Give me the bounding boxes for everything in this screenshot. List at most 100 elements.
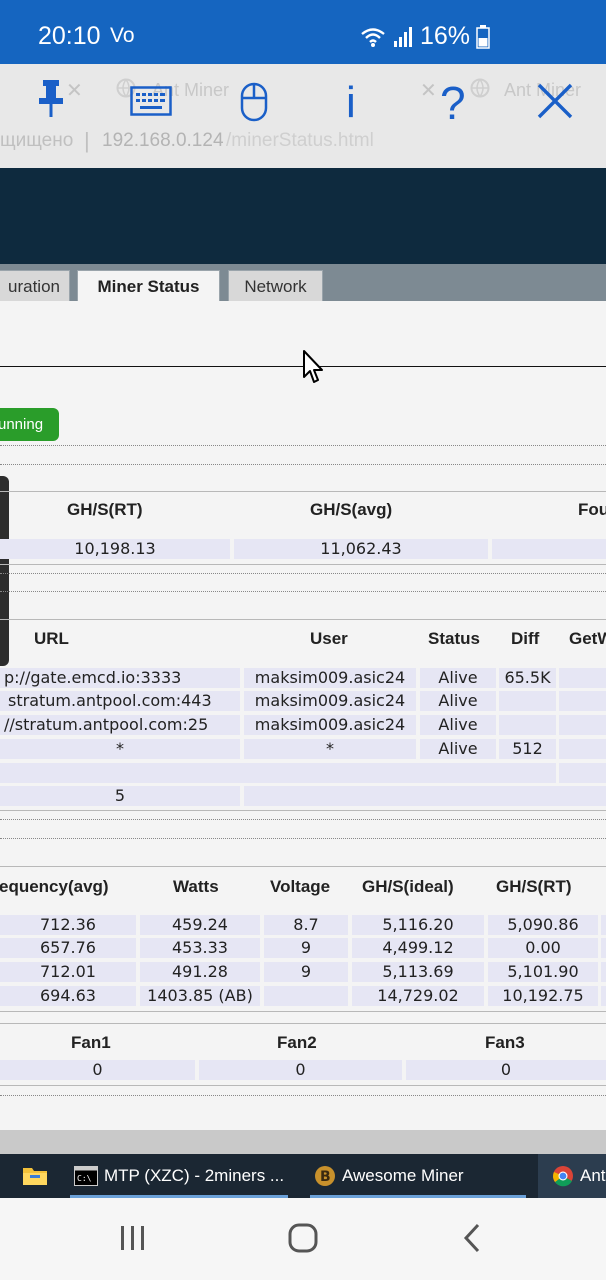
url-path: /minerStatus.html bbox=[226, 130, 374, 151]
status-icons: 16% bbox=[360, 22, 490, 51]
chain-voltage: 9 bbox=[264, 962, 348, 982]
info-icon[interactable]: i bbox=[346, 78, 356, 128]
chains-header-frequency: equency(avg) bbox=[0, 877, 109, 896]
summary-ghs-avg-value: 11,062.43 bbox=[234, 539, 488, 559]
terminal-icon: C:\ bbox=[74, 1166, 98, 1186]
table-border bbox=[0, 810, 606, 811]
pools-total: 5 bbox=[0, 786, 240, 806]
pool-row-empty bbox=[559, 763, 606, 783]
security-label: щищено bbox=[0, 130, 74, 151]
signal-icon bbox=[394, 26, 412, 47]
summary-header-ghs-rt: GH/S(RT) bbox=[67, 500, 143, 519]
tab-close-icon[interactable]: ✕ bbox=[66, 78, 83, 102]
taskbar-item-terminal[interactable]: C:\ MTP (XZC) - 2miners ... bbox=[70, 1154, 294, 1198]
pool-user: maksim009.asic24 bbox=[244, 715, 416, 735]
chain-ghs-ideal: 5,116.20 bbox=[352, 915, 484, 935]
tab-close-icon[interactable]: ✕ bbox=[420, 78, 437, 102]
divider bbox=[0, 1095, 606, 1096]
summary-header-found: Fou bbox=[578, 500, 606, 519]
pool-row-empty bbox=[0, 763, 556, 783]
help-icon[interactable]: ? bbox=[440, 76, 466, 130]
chains-header-watts: Watts bbox=[173, 877, 219, 896]
volte-indicator: Vo bbox=[110, 24, 135, 47]
chain-cell-edge bbox=[601, 938, 606, 958]
tab-miner-status[interactable]: Miner Status bbox=[77, 270, 220, 302]
pool-getworks bbox=[559, 715, 606, 735]
pool-diff: 65.5K bbox=[499, 668, 556, 688]
pool-user: maksim009.asic24 bbox=[244, 691, 416, 711]
clock: 20:10 bbox=[38, 22, 101, 50]
chain-frequency: 657.76 bbox=[0, 938, 136, 958]
taskbar-item-label: Awesome Miner bbox=[342, 1166, 464, 1185]
pools-header-user: User bbox=[310, 629, 348, 648]
recent-apps-icon[interactable] bbox=[118, 1224, 148, 1252]
summary-header-ghs-avg: GH/S(avg) bbox=[310, 500, 393, 519]
pools-header-getworks: GetW bbox=[569, 629, 606, 648]
pool-getworks bbox=[559, 691, 606, 711]
pool-diff bbox=[499, 691, 556, 711]
divider bbox=[0, 573, 606, 574]
chain-ghs-rt: 5,101.90 bbox=[488, 962, 598, 982]
chain-voltage: 9 bbox=[264, 938, 348, 958]
pools-header-url: URL bbox=[34, 629, 69, 648]
system-status-bar: 20:10 Vo 16% bbox=[0, 0, 606, 64]
chain-watts: 453.33 bbox=[140, 938, 260, 958]
chain-ghs-rt: 5,090.86 bbox=[488, 915, 598, 935]
tab-configuration[interactable]: uration bbox=[0, 270, 70, 301]
mouse-cursor-icon bbox=[303, 350, 323, 383]
pools-total-filler bbox=[244, 786, 606, 806]
horizontal-scrollbar[interactable] bbox=[0, 1130, 606, 1154]
bitcoin-icon: B bbox=[315, 1166, 335, 1186]
fan3-speed: 0 bbox=[406, 1060, 606, 1080]
chain-total-watts: 1403.85 (AB) bbox=[140, 986, 260, 1006]
divider bbox=[0, 445, 606, 446]
fans-header-fan2: Fan2 bbox=[277, 1033, 317, 1052]
wifi-icon bbox=[361, 27, 385, 47]
pool-status: Alive bbox=[420, 715, 496, 735]
divider bbox=[0, 591, 606, 592]
address-bar[interactable]: щищено | 192.168.0.124 /minerStatus.html bbox=[0, 124, 606, 160]
home-icon[interactable] bbox=[287, 1222, 319, 1254]
page-header bbox=[0, 168, 606, 264]
chain-voltage: 8.7 bbox=[264, 915, 348, 935]
table-border bbox=[0, 564, 606, 565]
pool-status: Alive bbox=[420, 739, 496, 759]
windows-taskbar: C:\ MTP (XZC) - 2miners ... B Awesome Mi… bbox=[0, 1130, 606, 1198]
pool-url: * bbox=[0, 739, 240, 759]
table-border bbox=[0, 1085, 606, 1086]
pin-icon[interactable] bbox=[34, 78, 68, 122]
android-nav-bar bbox=[0, 1198, 606, 1280]
chain-cell-edge bbox=[601, 915, 606, 935]
table-border bbox=[0, 1023, 606, 1024]
table-border bbox=[0, 619, 606, 620]
taskbar-item-chrome[interactable]: Ant bbox=[538, 1154, 606, 1198]
mouse-icon[interactable] bbox=[240, 82, 268, 126]
taskbar-item-awesome-miner[interactable]: B Awesome Miner bbox=[310, 1154, 532, 1198]
taskbar-item-label: Ant bbox=[580, 1166, 606, 1185]
divider bbox=[0, 819, 606, 820]
taskbar-item-label: MTP (XZC) - 2miners ... bbox=[104, 1166, 285, 1185]
chain-watts: 491.28 bbox=[140, 962, 260, 982]
pool-status: Alive bbox=[420, 668, 496, 688]
divider bbox=[0, 464, 606, 465]
chain-cell-edge bbox=[601, 962, 606, 982]
fan1-speed: 0 bbox=[0, 1060, 195, 1080]
pool-getworks bbox=[559, 739, 606, 759]
file-explorer-button[interactable] bbox=[18, 1154, 54, 1198]
pool-url: p://gate.emcd.io:3333 bbox=[0, 668, 240, 688]
back-icon[interactable] bbox=[460, 1222, 484, 1254]
close-icon[interactable] bbox=[536, 82, 574, 124]
pool-url: stratum.antpool.com:443 bbox=[0, 691, 240, 711]
chain-ghs-ideal: 4,499.12 bbox=[352, 938, 484, 958]
overlay-side-handle[interactable] bbox=[0, 476, 9, 666]
battery-icon bbox=[476, 24, 490, 49]
browser-chrome: ✕ Ant Miner ✕ Ant Miner i ? щищено | 192… bbox=[0, 64, 606, 168]
chain-ghs-rt: 0.00 bbox=[488, 938, 598, 958]
summary-ghs-rt-value: 10,198.13 bbox=[0, 539, 230, 559]
chains-header-voltage: Voltage bbox=[270, 877, 331, 896]
keyboard-icon[interactable] bbox=[130, 86, 172, 120]
pools-header-status: Status bbox=[428, 629, 480, 648]
pool-diff: 512 bbox=[499, 739, 556, 759]
pool-status: Alive bbox=[420, 691, 496, 711]
tab-network[interactable]: Network bbox=[228, 270, 323, 301]
